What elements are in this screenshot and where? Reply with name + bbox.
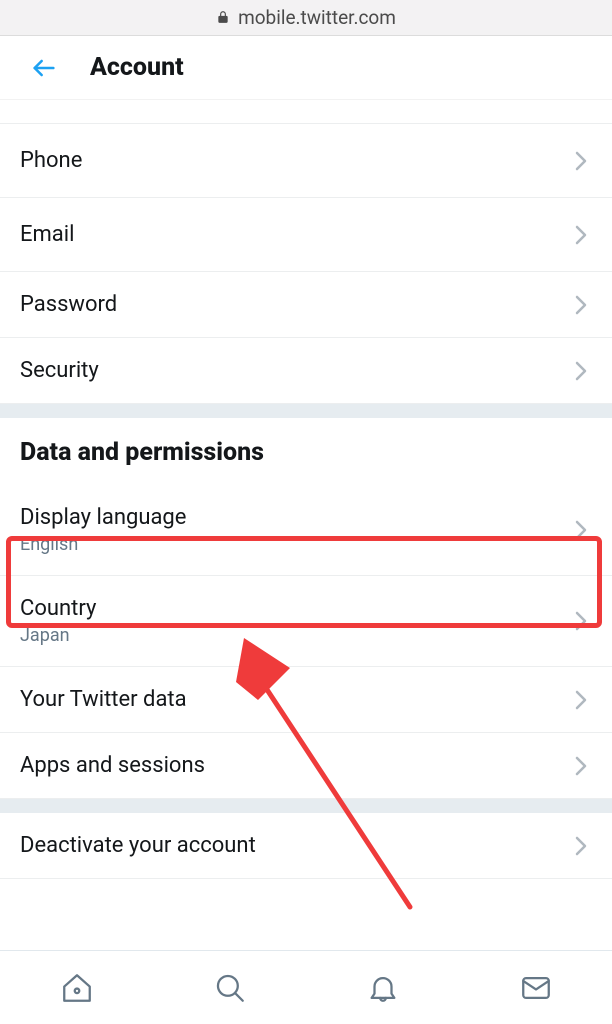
- browser-url-text: mobile.twitter.com: [238, 6, 396, 29]
- list-item-deactivate-account[interactable]: Deactivate your account: [0, 813, 612, 879]
- partial-row-cutoff: [0, 100, 612, 124]
- list-item-email[interactable]: Email: [0, 198, 612, 272]
- list-item-apps-sessions[interactable]: Apps and sessions: [0, 733, 612, 799]
- item-label: Display language: [20, 505, 186, 530]
- list-item-display-language[interactable]: Display language English: [0, 485, 612, 576]
- item-label: Phone: [20, 148, 82, 173]
- list-item-password[interactable]: Password: [0, 272, 612, 338]
- item-sublabel: English: [20, 534, 186, 555]
- section-divider: [0, 404, 612, 418]
- browser-url-bar: mobile.twitter.com: [0, 0, 612, 36]
- nav-search-button[interactable]: [210, 968, 250, 1008]
- item-label: Email: [20, 222, 74, 247]
- app-header: Account: [0, 36, 612, 100]
- item-label: Your Twitter data: [20, 687, 187, 712]
- list-item-phone[interactable]: Phone: [0, 124, 612, 198]
- list-item-country[interactable]: Country Japan: [0, 576, 612, 667]
- chevron-right-icon: [574, 294, 588, 316]
- nav-notifications-button[interactable]: [363, 968, 403, 1008]
- chevron-right-icon: [574, 224, 588, 246]
- item-label: Deactivate your account: [20, 833, 256, 858]
- list-item-twitter-data[interactable]: Your Twitter data: [0, 667, 612, 733]
- section-header-data-permissions: Data and permissions: [0, 418, 612, 485]
- item-label: Password: [20, 292, 117, 317]
- nav-home-button[interactable]: [57, 968, 97, 1008]
- bottom-nav: [0, 950, 612, 1024]
- nav-messages-button[interactable]: [516, 968, 556, 1008]
- back-button[interactable]: [30, 54, 58, 82]
- item-sublabel: Japan: [20, 625, 96, 646]
- item-label: Apps and sessions: [20, 753, 205, 778]
- chevron-right-icon: [574, 689, 588, 711]
- section-divider: [0, 799, 612, 813]
- lock-icon: [216, 6, 230, 29]
- chevron-right-icon: [574, 360, 588, 382]
- list-item-security[interactable]: Security: [0, 338, 612, 404]
- item-label: Country: [20, 596, 96, 621]
- chevron-right-icon: [574, 519, 588, 541]
- settings-scroll-area: Phone Email Password Security Data and p…: [0, 100, 612, 950]
- chevron-right-icon: [574, 835, 588, 857]
- chevron-right-icon: [574, 755, 588, 777]
- page-title: Account: [90, 53, 184, 82]
- chevron-right-icon: [574, 150, 588, 172]
- item-label: Security: [20, 358, 99, 383]
- chevron-right-icon: [574, 610, 588, 632]
